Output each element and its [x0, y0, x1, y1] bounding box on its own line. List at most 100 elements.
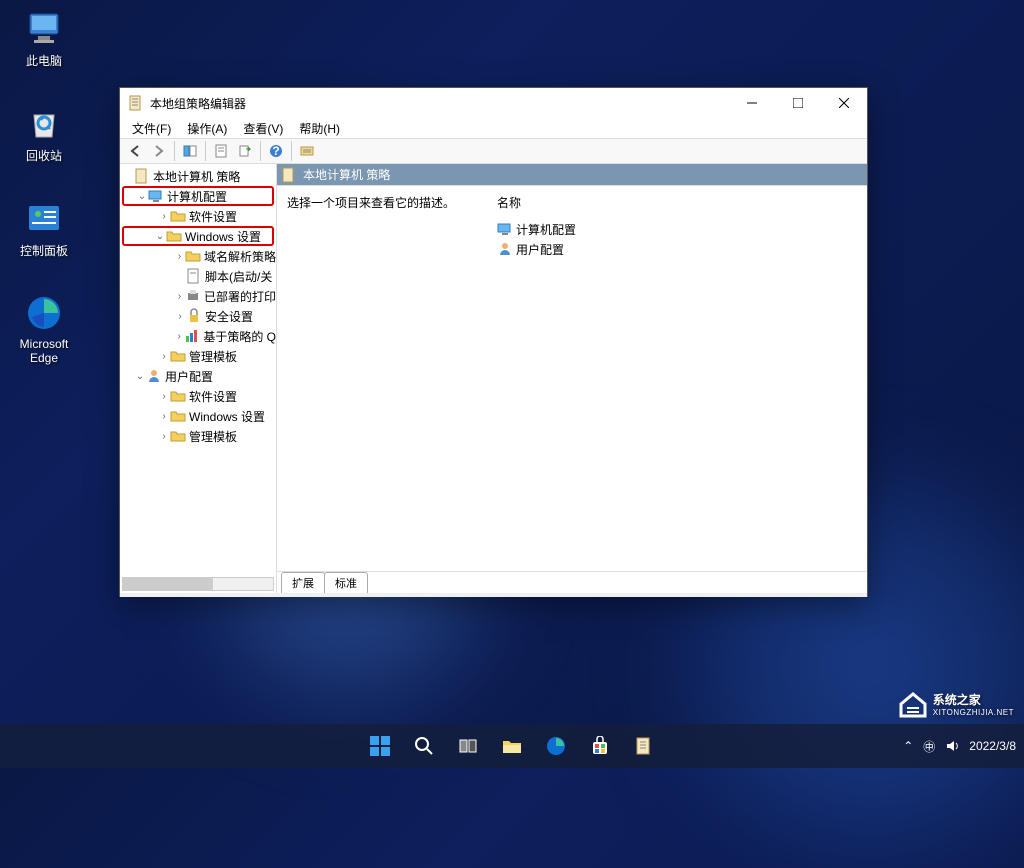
folder-icon	[166, 228, 182, 244]
chevron-right-icon[interactable]: ›	[174, 331, 184, 342]
chevron-right-icon[interactable]: ›	[158, 411, 170, 422]
column-name[interactable]: 名称	[497, 194, 857, 211]
menu-view[interactable]: 查看(V)	[237, 118, 289, 139]
titlebar[interactable]: 本地组策略编辑器	[120, 88, 867, 118]
chevron-right-icon[interactable]: ›	[174, 311, 186, 322]
tree-policy-qos[interactable]: › 基于策略的 Q	[120, 326, 276, 346]
tab-standard[interactable]: 标准	[324, 572, 368, 593]
menubar: 文件(F) 操作(A) 查看(V) 帮助(H)	[120, 118, 867, 138]
tree-label: Windows 设置	[189, 408, 265, 425]
tree-label: 管理模板	[189, 428, 237, 445]
tree-u-software-settings[interactable]: › 软件设置	[120, 386, 276, 406]
qos-icon	[184, 328, 200, 344]
tree-security-settings[interactable]: › 安全设置	[120, 306, 276, 326]
tree-label: 本地计算机 策略	[153, 168, 240, 185]
chevron-right-icon[interactable]: ›	[174, 291, 185, 302]
tree-label: 域名解析策略	[204, 248, 276, 265]
menu-help[interactable]: 帮助(H)	[293, 118, 346, 139]
start-button[interactable]	[360, 726, 400, 766]
folder-icon	[170, 388, 186, 404]
menu-file[interactable]: 文件(F)	[126, 118, 177, 139]
tree-user-config[interactable]: ⌄ 用户配置	[120, 366, 276, 386]
toolbar: ?	[120, 138, 867, 164]
tree-u-windows-settings[interactable]: › Windows 设置	[120, 406, 276, 426]
policy-doc-icon	[134, 168, 150, 184]
taskbar: ⌃ ㊥ 2022/3/8	[0, 724, 1024, 768]
policy-doc-icon	[281, 167, 297, 183]
desktop-icon-edge[interactable]: Microsoft Edge	[10, 293, 78, 365]
list-item-user-config[interactable]: 用户配置	[497, 239, 857, 259]
tree-admin-templates[interactable]: › 管理模板	[120, 346, 276, 366]
house-icon	[897, 688, 929, 720]
tree-label: 已部署的打印	[204, 288, 276, 305]
control-panel-icon	[24, 198, 64, 238]
store-button[interactable]	[580, 726, 620, 766]
folder-icon	[170, 208, 186, 224]
search-button[interactable]	[404, 726, 444, 766]
close-button[interactable]	[821, 88, 867, 118]
tree-deployed-printers[interactable]: › 已部署的打印	[120, 286, 276, 306]
list-item-label: 用户配置	[516, 241, 564, 258]
tab-extended[interactable]: 扩展	[281, 572, 325, 593]
gpedit-icon	[128, 95, 144, 111]
forward-button[interactable]	[148, 140, 170, 162]
tray-chevron-icon[interactable]: ⌃	[903, 739, 913, 753]
tree-label: 脚本(启动/关	[205, 268, 272, 285]
tree-windows-settings[interactable]: ⌄ Windows 设置	[122, 226, 274, 246]
watermark-text: 系统之家	[933, 691, 1014, 708]
user-icon	[497, 241, 513, 257]
detail-prompt: 选择一个项目来查看它的描述。	[287, 194, 497, 211]
chevron-down-icon[interactable]: ⌄	[134, 371, 146, 382]
printer-icon	[185, 288, 201, 304]
chevron-right-icon[interactable]: ›	[158, 211, 170, 222]
script-icon	[186, 268, 202, 284]
toolbar-show-hide-button[interactable]	[179, 140, 201, 162]
chevron-right-icon[interactable]: ›	[158, 351, 170, 362]
back-button[interactable]	[124, 140, 146, 162]
toolbar-properties-button[interactable]	[210, 140, 232, 162]
tray-clock[interactable]: 2022/3/8	[969, 739, 1016, 753]
tray-volume-icon[interactable]	[945, 739, 959, 753]
minimize-button[interactable]	[729, 88, 775, 118]
toolbar-filter-button[interactable]	[296, 140, 318, 162]
toolbar-export-button[interactable]	[234, 140, 256, 162]
chevron-down-icon[interactable]: ⌄	[136, 191, 148, 202]
desktop-icon-label: 控制面板	[10, 242, 78, 259]
tree-scripts[interactable]: 脚本(启动/关	[120, 266, 276, 286]
computer-icon	[148, 188, 164, 204]
tree-label: 基于策略的 Q	[203, 328, 276, 345]
maximize-button[interactable]	[775, 88, 821, 118]
tree-label: 用户配置	[165, 368, 213, 385]
toolbar-help-button[interactable]: ?	[265, 140, 287, 162]
explorer-button[interactable]	[492, 726, 532, 766]
window-title: 本地组策略编辑器	[150, 95, 729, 112]
tree-software-settings[interactable]: › 软件设置	[120, 206, 276, 226]
statusbar	[120, 593, 867, 597]
detail-header: 本地计算机 策略	[277, 164, 867, 186]
task-view-button[interactable]	[448, 726, 488, 766]
desktop-icon-recycle-bin[interactable]: 回收站	[10, 103, 78, 164]
tabs-bottom: 扩展 标准	[277, 571, 867, 593]
user-icon	[146, 368, 162, 384]
edge-taskbar-button[interactable]	[536, 726, 576, 766]
chevron-down-icon[interactable]: ⌄	[154, 231, 166, 242]
desktop-icon-label: 此电脑	[10, 52, 78, 69]
menu-action[interactable]: 操作(A)	[181, 118, 233, 139]
tray-ime-icon[interactable]: ㊥	[923, 738, 935, 755]
list-item-computer-config[interactable]: 计算机配置	[497, 219, 857, 239]
lock-icon	[186, 308, 202, 324]
chevron-right-icon[interactable]: ›	[158, 391, 170, 402]
desktop-icon-control-panel[interactable]: 控制面板	[10, 198, 78, 259]
gpedit-taskbar-button[interactable]	[624, 726, 664, 766]
tree-computer-config[interactable]: ⌄ 计算机配置	[122, 186, 274, 206]
tree-dns-policy[interactable]: › 域名解析策略	[120, 246, 276, 266]
computer-icon	[497, 221, 513, 237]
horizontal-scrollbar[interactable]	[122, 577, 274, 591]
watermark-sub: XITONGZHIJIA.NET	[933, 708, 1014, 717]
tree-u-admin-templates[interactable]: › 管理模板	[120, 426, 276, 446]
tree-root[interactable]: 本地计算机 策略	[120, 166, 276, 186]
chevron-right-icon[interactable]: ›	[174, 251, 185, 262]
chevron-right-icon[interactable]: ›	[158, 431, 170, 442]
desktop-icon-this-pc[interactable]: 此电脑	[10, 8, 78, 69]
tree-pane: 本地计算机 策略 ⌄ 计算机配置 › 软件设置 ⌄ Windows 设置	[120, 164, 277, 593]
